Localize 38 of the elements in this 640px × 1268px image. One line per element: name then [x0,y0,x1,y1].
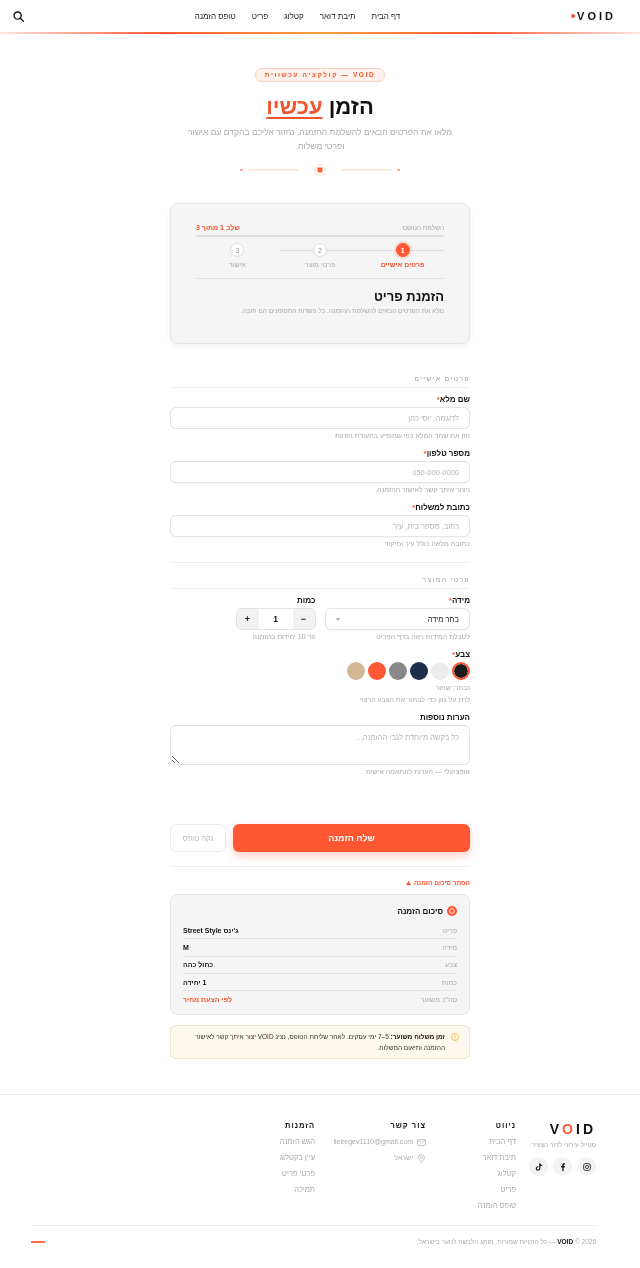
field-label: הערות נוספות [418,713,470,722]
field-label: צבע* [451,650,470,659]
color-swatch-icon[interactable] [347,662,365,680]
logo-link[interactable]: VOID [571,10,616,22]
mail-icon [417,1138,426,1147]
field-label: שם מלא* [435,395,470,404]
accent-line [31,1241,45,1244]
field-label: מידה* [447,596,470,605]
color-swatch-icon[interactable] [452,662,470,680]
form-title: הזמנת פריט [372,289,444,305]
nav-link[interactable]: דף הבית [371,11,401,21]
caret-icon [335,617,340,621]
info-icon [451,1033,459,1042]
facebook-icon[interactable] [553,1157,572,1177]
field-label: כמות [296,596,316,605]
page-title: הזמן עכשיו [265,93,375,121]
ring-icon [447,906,457,916]
color-swatch-icon[interactable] [368,662,386,680]
page-subtitle: מלאו את הפרטים הבאים להשלמת ההזמנה. נחזור אליכם בהקדם עם אישור ופרטי משלוח. [186,126,454,153]
instagram-icon[interactable] [577,1157,596,1177]
quantity-value: 1 [272,613,279,626]
submit-button[interactable]: שלח הזמנה [233,824,470,852]
caret-icon [405,881,411,885]
nav-link[interactable]: פריט [251,11,269,21]
color-swatch-icon[interactable] [389,662,407,680]
summary-title: סיכום הזמנה [397,906,443,916]
color-swatch-icon[interactable] [410,662,428,680]
tiktok-icon[interactable] [529,1157,548,1177]
nav-link[interactable]: תיבת דואר [319,11,356,21]
location-pin-icon [417,1154,426,1163]
field-label: מספר טלפון* [422,449,470,458]
nav-link[interactable]: טופס הזמנה [194,11,236,21]
field-label: כתובת למשלוח* [411,503,470,512]
increment-button[interactable]: + [236,609,259,629]
nav-link[interactable]: קטלוג [284,11,304,21]
search-icon[interactable] [13,10,24,22]
decrement-button[interactable]: − [292,609,315,629]
logo-dot-icon [571,14,576,18]
